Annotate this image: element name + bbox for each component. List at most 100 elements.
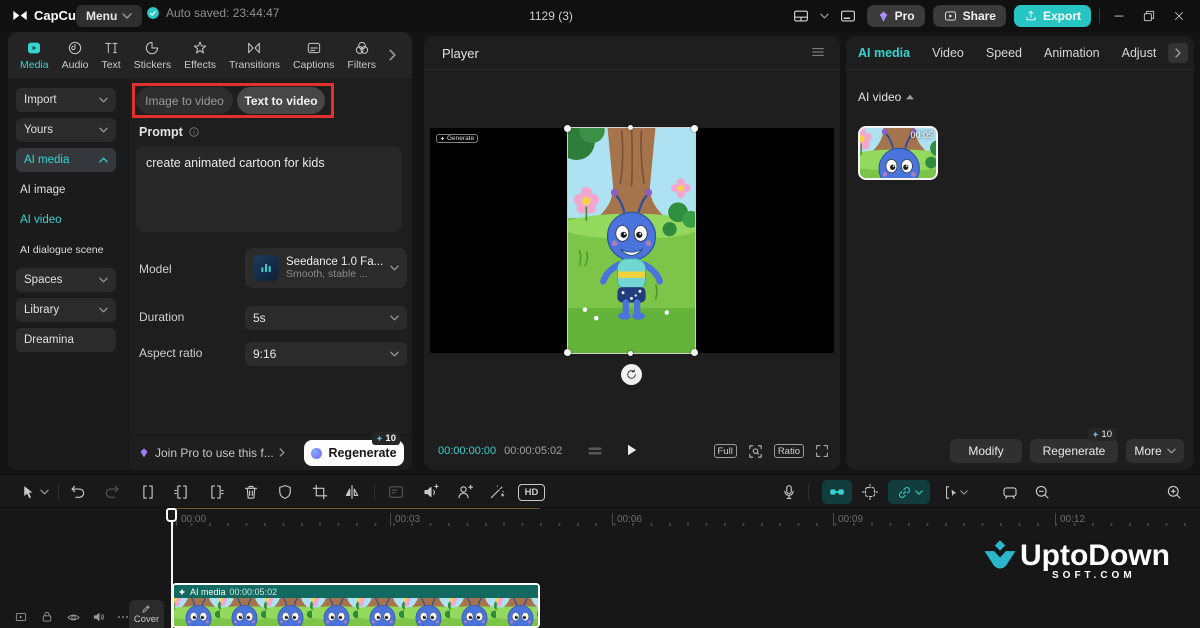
share-button[interactable]: Share	[933, 5, 1006, 27]
generated-video-thumbnail[interactable]: 00:05	[858, 126, 938, 180]
link-toggle-button[interactable]	[822, 480, 852, 504]
player-menu-button[interactable]	[810, 44, 826, 60]
model-select[interactable]: Seedance 1.0 Fa... Smooth, stable ...	[245, 248, 407, 288]
join-pro-link[interactable]: Join Pro to use this f...	[138, 446, 285, 460]
sidebar-item-yours[interactable]: Yours	[16, 118, 116, 142]
avatar-button[interactable]	[455, 482, 475, 502]
zoom-out-button[interactable]	[1032, 482, 1052, 502]
selection-handle[interactable]	[564, 125, 571, 132]
record-voiceover-button[interactable]	[779, 482, 799, 502]
video-preview[interactable]	[568, 128, 695, 353]
crop-button[interactable]	[310, 482, 330, 502]
sidebar-item-import[interactable]: Import	[16, 88, 116, 112]
tabs-overflow-button[interactable]	[389, 49, 396, 61]
media-panel: Media Audio Text Stickers Effects Transi…	[8, 32, 412, 470]
media-tab-media[interactable]: Media	[20, 40, 49, 71]
auto-ripple-button[interactable]	[888, 480, 930, 504]
rotate-button[interactable]	[621, 364, 642, 385]
sidebar-item-ai-media[interactable]: AI media	[16, 148, 116, 172]
magnetic-toggle-button[interactable]	[860, 482, 880, 502]
chevron-down-icon	[390, 315, 399, 321]
frame-compare-button[interactable]	[585, 441, 605, 461]
image-to-video-tab[interactable]: Image to video	[136, 87, 233, 114]
undo-button[interactable]	[68, 482, 88, 502]
toggle-track-visibility-button[interactable]	[64, 608, 82, 626]
divider	[58, 484, 59, 500]
delete-button[interactable]	[241, 482, 261, 502]
more-button[interactable]: More	[1126, 439, 1184, 463]
audio-enhance-button[interactable]	[421, 482, 441, 502]
ai-video-section-header[interactable]: AI video	[858, 90, 914, 104]
playhead-handle[interactable]	[166, 508, 177, 522]
timeline-clip[interactable]: AI media 00:00:05:02	[172, 583, 540, 628]
tab-animation[interactable]: Animation	[1044, 46, 1100, 60]
lock-track-button[interactable]	[38, 608, 56, 626]
prompt-input[interactable]: create animated cartoon for kids	[136, 146, 402, 232]
sidebar-item-spaces[interactable]: Spaces	[16, 268, 116, 292]
mirror-button[interactable]	[342, 482, 362, 502]
chevron-down-icon[interactable]	[820, 13, 829, 19]
restore-button[interactable]	[1138, 5, 1160, 27]
aspect-ratio-select[interactable]: 9:16	[245, 342, 407, 366]
media-tab-captions[interactable]: Captions	[293, 40, 334, 71]
link-bone-icon	[828, 483, 846, 501]
minimize-button[interactable]	[1108, 5, 1130, 27]
export-button[interactable]: Export	[1014, 5, 1091, 27]
media-tab-text[interactable]: Text	[101, 40, 120, 71]
sidebar-item-ai-video[interactable]: AI video	[16, 208, 122, 232]
selection-handle[interactable]	[628, 125, 633, 130]
tab-video[interactable]: Video	[932, 46, 964, 60]
ratio-button[interactable]: Ratio	[774, 444, 804, 458]
duration-select[interactable]: 5s	[245, 306, 407, 330]
sidebar-item-ai-image[interactable]: AI image	[16, 178, 122, 202]
cover-button[interactable]: Cover	[129, 600, 164, 628]
delete-right-button[interactable]	[206, 482, 226, 502]
select-tool-button[interactable]	[18, 482, 38, 502]
zoom-in-button[interactable]	[1164, 482, 1184, 502]
selection-handle[interactable]	[628, 351, 633, 356]
pro-button[interactable]: Pro	[867, 5, 925, 27]
preview-stage[interactable]: Generate	[430, 128, 834, 353]
play-button[interactable]	[622, 440, 640, 460]
media-tab-audio[interactable]: Audio	[62, 40, 89, 71]
enhance-button[interactable]	[487, 482, 507, 502]
playhead-line[interactable]	[171, 508, 173, 628]
select-mode-button[interactable]	[940, 482, 970, 502]
media-tab-filters[interactable]: Filters	[347, 40, 376, 71]
regenerate-button[interactable]: Regenerate 10	[304, 440, 404, 466]
mask-button[interactable]	[275, 482, 295, 502]
layout-select-button[interactable]	[790, 5, 812, 27]
redo-button[interactable]	[102, 482, 122, 502]
full-preview-button[interactable]: Full	[714, 444, 737, 458]
close-button[interactable]	[1168, 5, 1190, 27]
track-options-button[interactable]	[12, 608, 30, 626]
hd-button[interactable]: HD	[518, 484, 545, 501]
panel-toggle-button[interactable]	[837, 5, 859, 27]
tab-adjust[interactable]: Adjust	[1122, 46, 1157, 60]
sidebar-item-ai-dialogue-scene[interactable]: AI dialogue scene	[16, 238, 122, 262]
text-to-video-tab[interactable]: Text to video	[237, 87, 325, 114]
sidebar-item-library[interactable]: Library	[16, 298, 116, 322]
fullscreen-icon[interactable]	[814, 443, 830, 459]
media-tab-stickers[interactable]: Stickers	[134, 40, 171, 71]
chevron-down-icon	[99, 307, 108, 313]
selection-handle[interactable]	[691, 349, 698, 356]
split-button[interactable]	[138, 482, 158, 502]
keyframe-button[interactable]	[1000, 482, 1020, 502]
modify-button[interactable]: Modify	[950, 439, 1022, 463]
tab-ai-media[interactable]: AI media	[858, 46, 910, 60]
zoom-fit-icon[interactable]	[747, 443, 764, 460]
menu-button[interactable]: Menu	[76, 5, 142, 27]
inspector-tabs-overflow-button[interactable]	[1168, 43, 1188, 63]
selection-handle[interactable]	[564, 349, 571, 356]
media-tab-transitions[interactable]: Transitions	[229, 40, 280, 71]
delete-left-button[interactable]	[172, 482, 192, 502]
tab-speed[interactable]: Speed	[986, 46, 1022, 60]
mute-track-button[interactable]	[90, 608, 108, 626]
select-tool-chevron[interactable]	[38, 482, 50, 502]
selection-handle[interactable]	[691, 125, 698, 132]
media-tab-effects[interactable]: Effects	[184, 40, 216, 71]
preview-quality-button[interactable]	[386, 482, 406, 502]
sidebar-item-dreamina[interactable]: Dreamina	[16, 328, 116, 352]
regenerate-button-inspector[interactable]: Regenerate 10	[1030, 439, 1118, 463]
